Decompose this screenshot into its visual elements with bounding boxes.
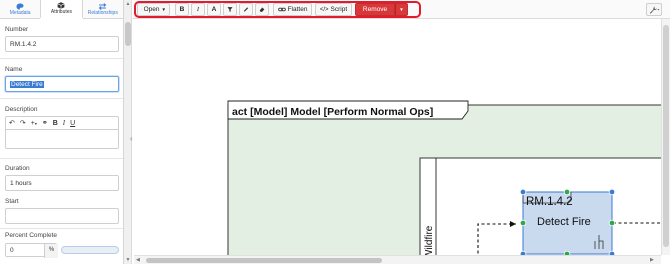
chevron-down-icon: ▾: [34, 120, 37, 126]
activity-name: Detect Fire: [537, 216, 591, 228]
name-group: Name Detect Fire: [5, 66, 119, 92]
canvas-vertical-thumb[interactable]: [663, 25, 669, 247]
undo-icon[interactable]: ↶: [9, 119, 15, 127]
panel-tabs: Metadata Attributes Relationships: [0, 0, 123, 19]
canvas-horizontal-thumb[interactable]: [146, 258, 382, 263]
name-label: Name: [5, 66, 23, 73]
percent-label: Percent Complete: [5, 232, 58, 239]
diagram-drawing: act [Model] Model [Perform Normal Ops] W…: [227, 100, 661, 255]
duration-label: Duration: [5, 165, 30, 172]
divider: [0, 98, 123, 99]
redo-icon[interactable]: ↷: [20, 119, 26, 127]
number-input[interactable]: RM.1.4.2: [5, 36, 119, 52]
panel-scrollbar[interactable]: ▲ ▼: [124, 0, 132, 264]
diagram-canvas[interactable]: act [Model] Model [Perform Normal Ops] W…: [134, 19, 661, 255]
name-input[interactable]: Detect Fire: [5, 76, 119, 92]
percent-progress-bar: [61, 246, 119, 254]
collapse-panel-icon[interactable]: ‹: [130, 134, 133, 143]
bold-button[interactable]: B: [53, 120, 58, 127]
link-icon[interactable]: ⚭: [42, 119, 48, 127]
swap-arrows-icon: [99, 2, 107, 10]
start-label: Start: [5, 198, 19, 205]
description-label: Description: [5, 106, 38, 113]
duration-input[interactable]: 1 hours: [5, 175, 119, 191]
number-label: Number: [5, 26, 29, 33]
resize-handle-top-right[interactable]: [608, 188, 616, 196]
canvas-horizontal-scrollbar[interactable]: ◀ ▶: [134, 255, 661, 264]
resize-handle-top-left[interactable]: [519, 188, 527, 196]
tab-attributes[interactable]: Attributes: [40, 0, 83, 19]
palette-icon: [16, 3, 24, 9]
divider: [0, 228, 123, 229]
percent-input[interactable]: 0 %: [5, 243, 58, 258]
description-group: Description ↶ ↷ +▾ ⚭ B I U: [5, 106, 119, 149]
description-editor[interactable]: ↶ ↷ +▾ ⚭ B I U: [5, 116, 119, 149]
underline-button[interactable]: U: [70, 120, 75, 127]
tab-metadata[interactable]: Metadata: [0, 0, 40, 18]
start-input[interactable]: [5, 208, 119, 224]
swimlane-label: Wildfire: [424, 225, 435, 255]
wrench-icon: [649, 6, 659, 14]
panel-scroll-thumb[interactable]: [125, 22, 131, 46]
percent-unit: %: [44, 244, 58, 258]
properties-panel: Metadata Attributes Relationships Number…: [0, 0, 124, 264]
name-input-value: Detect Fire: [10, 81, 44, 88]
tab-attributes-label: Attributes: [50, 9, 73, 15]
tab-relationships[interactable]: Relationships: [83, 0, 123, 18]
insert-button[interactable]: +▾: [31, 120, 37, 127]
connect-handle-right[interactable]: [608, 219, 616, 227]
duration-group: Duration 1 hours: [5, 165, 119, 191]
toolbar-highlight: [134, 1, 421, 18]
percent-value: 0: [10, 247, 14, 254]
divider: [0, 58, 123, 59]
cube-icon: [57, 2, 66, 9]
settings-button[interactable]: [646, 3, 662, 16]
connect-handle-top[interactable]: [563, 188, 571, 196]
scroll-right-icon[interactable]: ▶: [650, 256, 654, 264]
scroll-down-icon[interactable]: ▼: [124, 257, 132, 263]
number-group: Number RM.1.4.2: [5, 26, 119, 52]
italic-button[interactable]: I: [63, 119, 65, 127]
frame-title: act [Model] Model [Perform Normal Ops]: [232, 106, 433, 118]
scroll-up-icon[interactable]: ▲: [124, 1, 132, 7]
diagram-toolbar: Open ▼ B I A Flatten </> Script Remove ▼: [133, 0, 670, 19]
divider: [0, 158, 123, 159]
start-group: Start: [5, 198, 119, 224]
activity-number: RM.1.4.2: [526, 196, 573, 208]
canvas-vertical-scrollbar[interactable]: [661, 19, 670, 255]
scroll-left-icon[interactable]: ◀: [136, 256, 140, 264]
percent-group: Percent Complete 0 %: [5, 232, 119, 258]
rte-toolbar: ↶ ↷ +▾ ⚭ B I U: [6, 117, 118, 130]
tab-metadata-label: Metadata: [9, 9, 31, 16]
tab-relationships-label: Relationships: [87, 9, 118, 16]
connect-handle-left[interactable]: [519, 219, 527, 227]
